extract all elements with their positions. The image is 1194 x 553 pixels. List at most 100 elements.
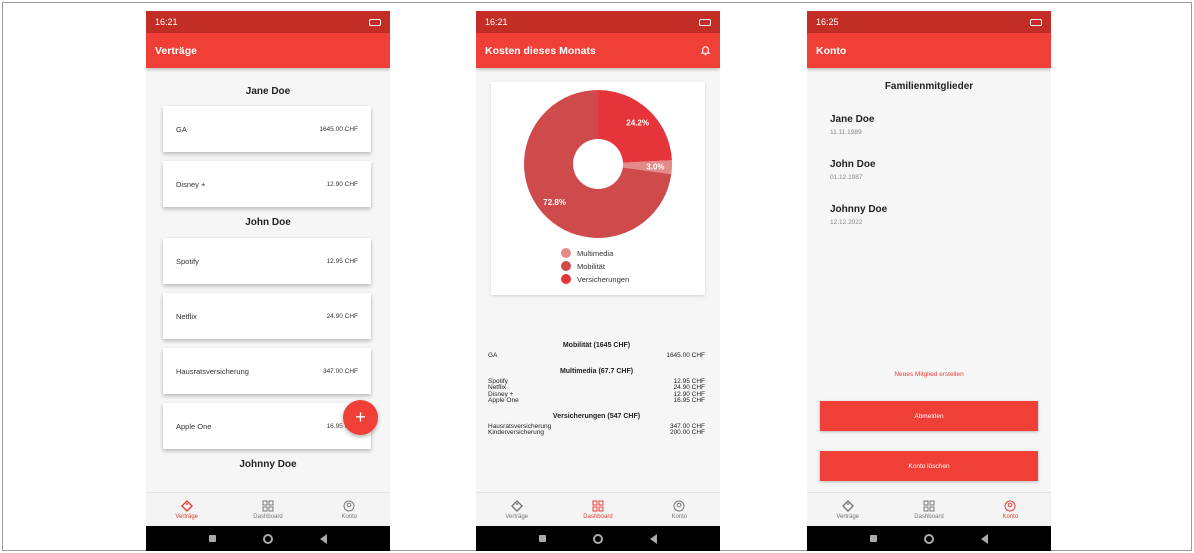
nav-label: Dashboard — [914, 513, 944, 520]
section-title: Familienmitglieder — [884, 81, 974, 92]
contract-card[interactable]: Hausratsversicherung 347.00 CHF — [163, 348, 371, 394]
member-item[interactable]: John Doe 01.12.1987 — [830, 159, 876, 181]
summary-amount: 1645.00 CHF — [666, 352, 705, 359]
nav-label: Verträge — [175, 513, 198, 520]
legend-swatch — [561, 274, 571, 284]
dashboard-icon — [923, 500, 935, 511]
contract-card[interactable]: Disney + 12.90 CHF — [163, 161, 371, 207]
member-birthdate: 11.11.1989 — [830, 129, 862, 136]
bell-icon[interactable] — [700, 45, 711, 56]
bottom-nav: Verträge Dashboard Konto — [476, 492, 720, 526]
battery-icon — [369, 18, 381, 26]
status-bar: 16:21 — [476, 11, 720, 33]
member-item[interactable]: Jane Doe 11.11.1989 — [830, 114, 874, 136]
status-time: 16:21 — [485, 17, 508, 27]
chart-card: 24.2% 3.0% 72.8% Multimedia Mobilität Vers… — [491, 82, 705, 295]
contract-name: GA — [176, 124, 187, 134]
status-icons — [699, 18, 711, 26]
home-icon[interactable] — [592, 533, 603, 544]
nav-label: Konto — [1002, 513, 1019, 520]
pie-label: 72.8% — [543, 198, 566, 207]
status-time: 16:21 — [155, 17, 178, 27]
delete-account-button[interactable]: Konto löschen — [820, 451, 1038, 481]
page-title: Kosten dieses Monats — [485, 44, 596, 57]
person-heading: Jane Doe — [245, 86, 291, 97]
account-icon — [343, 500, 355, 511]
home-icon[interactable] — [262, 533, 273, 544]
nav-dashboard[interactable]: Dashboard — [899, 500, 959, 520]
person-heading: Johnny Doe — [239, 459, 297, 470]
summary-heading: Multimedia (67.7 CHF) — [559, 367, 634, 375]
bottom-nav: Verträge Dashboard Konto — [807, 492, 1051, 526]
cost-summary: Mobilität (1645 CHF) GA 1645.00 CHF Multi… — [488, 334, 705, 437]
nav-contracts[interactable]: Verträge — [487, 499, 547, 520]
tag-icon — [510, 499, 523, 512]
recents-icon[interactable] — [539, 535, 547, 542]
contract-amount: 12.95 CHF — [326, 257, 358, 265]
legend-item: Mobilität — [561, 261, 629, 271]
nav-label: Konto — [341, 513, 358, 520]
nav-label: Konto — [671, 513, 688, 520]
nav-dashboard[interactable]: Dashboard — [238, 500, 298, 520]
nav-contracts[interactable]: Verträge — [818, 499, 878, 520]
dashboard-icon — [262, 500, 274, 511]
member-birthdate: 12.12.2022 — [830, 219, 863, 226]
summary-heading: Mobilität (1645 CHF) — [562, 342, 631, 349]
summary-row: GA 1645.00 CHF — [488, 352, 705, 360]
recents-icon[interactable] — [209, 535, 217, 542]
status-icons — [1030, 18, 1042, 26]
contract-amount: 1645.00 CHF — [319, 125, 358, 133]
page-title: Konto — [816, 44, 847, 57]
summary-name: Kinderversicherung — [488, 429, 545, 436]
nav-label: Dashboard — [253, 513, 283, 520]
phone-account: 16:25 Konto Familienmitglieder Jane Doe … — [807, 11, 1051, 551]
status-bar: 16:21 — [146, 11, 390, 33]
status-icons — [369, 18, 381, 26]
legend-swatch — [561, 248, 571, 258]
legend-item: Versicherungen — [561, 274, 629, 284]
nav-account[interactable]: Konto — [649, 500, 709, 520]
summary-row: Kinderversicherung 200.00 CHF — [488, 429, 705, 437]
tag-icon — [841, 499, 854, 512]
contract-card[interactable]: Netflix 24.90 CHF — [163, 293, 371, 339]
battery-icon — [1030, 18, 1042, 26]
nav-account[interactable]: Konto — [319, 500, 379, 520]
contract-amount: 347.00 CHF — [322, 367, 358, 375]
summary-heading: Versicherungen (547 CHF) — [552, 412, 641, 420]
member-name: John Doe — [830, 159, 876, 170]
member-birthdate: 01.12.1987 — [830, 174, 863, 181]
page-title: Verträge — [155, 44, 198, 57]
nav-dashboard[interactable]: Dashboard — [568, 500, 628, 520]
person-heading: John Doe — [245, 217, 291, 228]
member-name: Jane Doe — [830, 114, 875, 125]
nav-label: Verträge — [836, 513, 859, 520]
nav-account[interactable]: Konto — [980, 500, 1040, 520]
contract-card[interactable]: Apple One 16.95 CHF — [163, 403, 371, 449]
home-icon[interactable] — [923, 533, 934, 544]
status-time: 16:25 — [816, 17, 839, 27]
contract-card[interactable]: GA 1645.00 CHF — [163, 106, 371, 152]
account-icon — [673, 500, 685, 511]
add-contract-button[interactable]: + — [343, 400, 378, 435]
member-item[interactable]: Johnny Doe 12.12.2022 — [830, 204, 887, 226]
legend-label: Mobilität — [577, 261, 605, 271]
summary-name: Apple One — [488, 397, 519, 404]
account-content: Familienmitglieder Jane Doe 11.11.1989 J… — [807, 68, 1051, 492]
new-member-link[interactable]: Neues Mitglied erstellen — [807, 371, 1051, 378]
summary-name: GA — [488, 352, 498, 359]
dashboard-content: 24.2% 3.0% 72.8% Multimedia Mobilität Vers… — [476, 68, 720, 492]
logout-button[interactable]: Abmelden — [820, 401, 1038, 431]
app-bar: Kosten dieses Monats — [476, 33, 720, 68]
contract-card[interactable]: Spotify 12.95 CHF — [163, 238, 371, 284]
nav-label: Verträge — [505, 513, 528, 520]
nav-contracts[interactable]: Verträge — [157, 499, 217, 520]
system-nav-bar — [476, 526, 720, 551]
back-icon[interactable] — [649, 533, 657, 544]
nav-label: Dashboard — [583, 513, 613, 520]
contract-amount: 24.90 CHF — [326, 312, 358, 320]
contract-name: Netflix — [176, 311, 197, 321]
back-icon[interactable] — [319, 533, 327, 544]
back-icon[interactable] — [980, 533, 988, 544]
recents-icon[interactable] — [870, 535, 878, 542]
legend-label: Versicherungen — [577, 274, 630, 284]
